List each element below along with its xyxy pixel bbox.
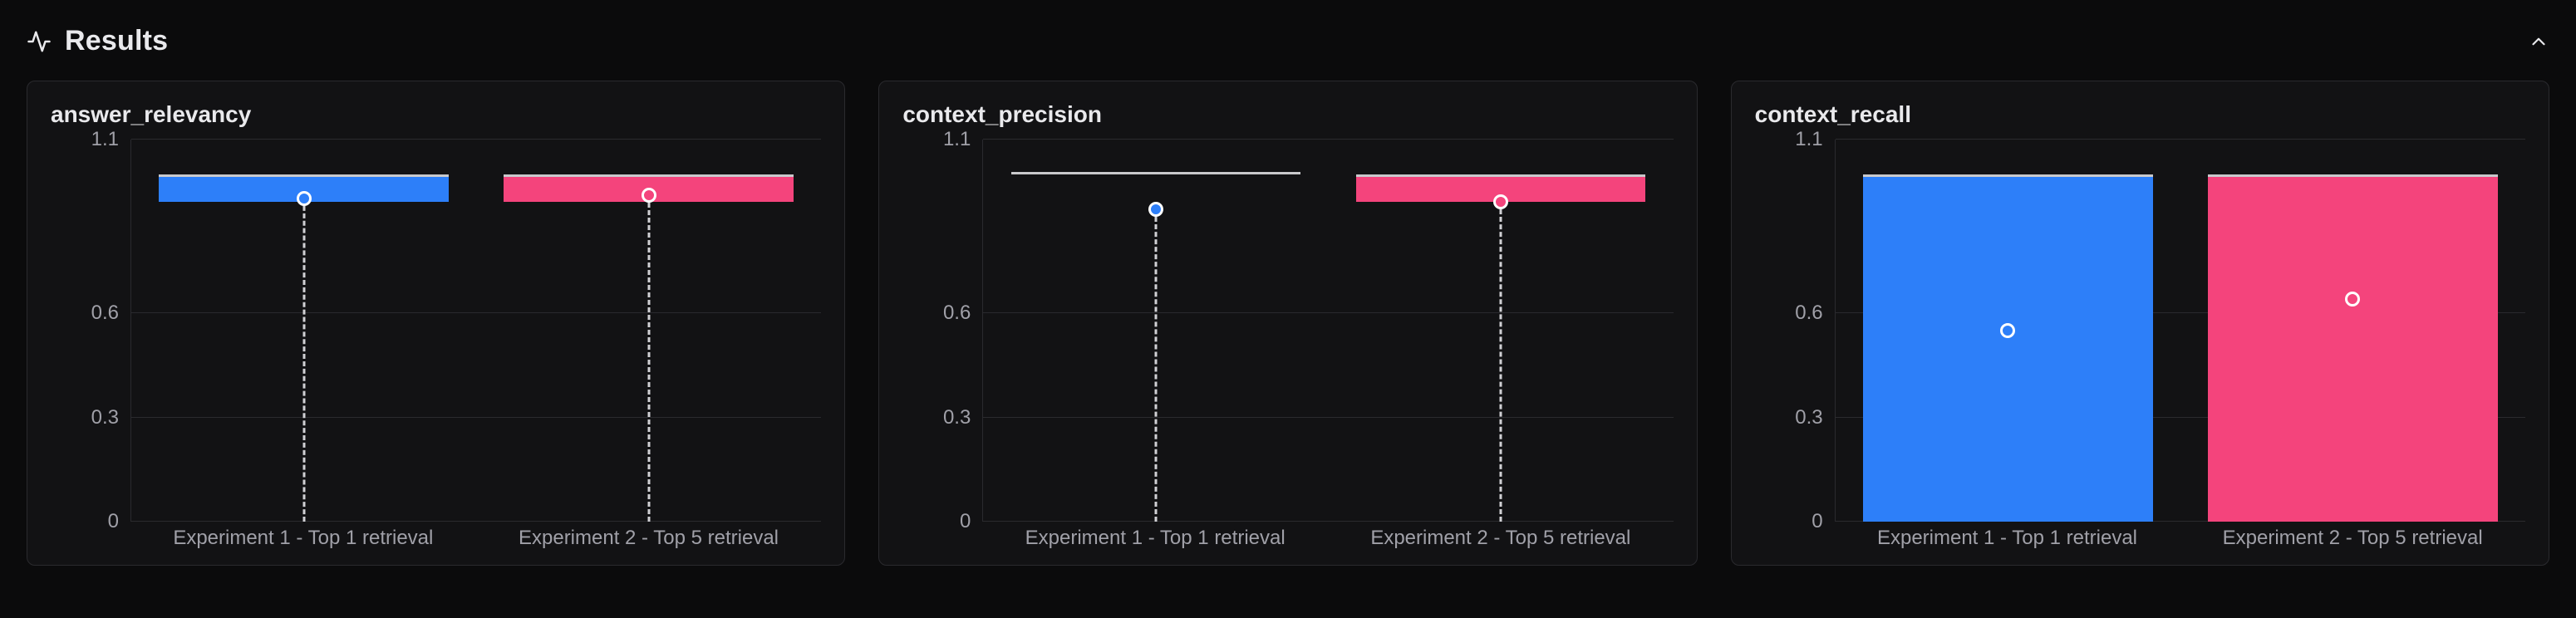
plot-area bbox=[1835, 140, 2525, 522]
bar bbox=[2208, 174, 2498, 522]
bar-slot bbox=[1329, 140, 1674, 522]
x-axis-tick: Experiment 1 - Top 1 retrieval bbox=[130, 527, 476, 550]
marker bbox=[2345, 292, 2360, 307]
x-axis-tick: Experiment 2 - Top 5 retrieval bbox=[476, 527, 822, 550]
y-axis: 00.30.61.1 bbox=[51, 140, 130, 522]
chart-panels: answer_relevancy 0 0.3 0.6 1.1 Experiment 1 -… bbox=[27, 81, 2549, 566]
x-axis: Experiment 1 - Top 1 retrievalExperiment… bbox=[982, 527, 1673, 550]
chart-title: answer_relevancy bbox=[51, 101, 821, 128]
y-axis-tick: 1.1 bbox=[91, 128, 119, 151]
y-axis-tick: 0 bbox=[108, 510, 119, 533]
chart-panel: answer_relevancy 0 0.3 0.6 1.1 Experiment 1 -… bbox=[27, 81, 845, 566]
y-axis-tick: 0 bbox=[960, 510, 971, 533]
plot-area bbox=[130, 140, 821, 522]
y-axis-tick: 0 bbox=[1812, 510, 1822, 533]
marker-stem bbox=[1500, 202, 1502, 522]
x-axis: Experiment 1 - Top 1 retrievalExperiment… bbox=[130, 527, 821, 550]
chart-panel: context_recall 0 0.3 0.6 1.1 Experiment 1 - T… bbox=[1731, 81, 2549, 566]
y-axis-tick: 0.6 bbox=[943, 302, 971, 325]
y-axis-tick: 0.3 bbox=[943, 406, 971, 429]
y-axis: 00.30.61.1 bbox=[902, 140, 982, 522]
y-axis: 00.30.61.1 bbox=[1755, 140, 1835, 522]
y-axis-tick: 1.1 bbox=[943, 128, 971, 151]
marker bbox=[642, 188, 656, 203]
x-axis: Experiment 1 - Top 1 retrievalExperiment… bbox=[1835, 527, 2525, 550]
y-axis-tick: 0.6 bbox=[1795, 302, 1822, 325]
bar bbox=[1011, 172, 1301, 174]
marker bbox=[1148, 202, 1163, 217]
y-axis-tick: 1.1 bbox=[1795, 128, 1822, 151]
x-axis-tick: Experiment 1 - Top 1 retrieval bbox=[1835, 527, 2180, 550]
bar-slot bbox=[476, 140, 821, 522]
bar bbox=[1863, 174, 2153, 522]
chart-panel: context_precision 0 0.3 0.6 1.1 Experiment 1 … bbox=[878, 81, 1697, 566]
plot-area bbox=[982, 140, 1673, 522]
bar-slot bbox=[983, 140, 1328, 522]
bar-slot bbox=[2180, 140, 2525, 522]
collapse-button[interactable] bbox=[2528, 31, 2549, 52]
marker-stem bbox=[1154, 209, 1157, 522]
x-axis-tick: Experiment 2 - Top 5 retrieval bbox=[1328, 527, 1674, 550]
marker bbox=[2000, 323, 2015, 338]
activity-icon bbox=[27, 29, 52, 54]
x-axis-tick: Experiment 2 - Top 5 retrieval bbox=[2180, 527, 2525, 550]
marker-stem bbox=[302, 199, 305, 522]
y-axis-tick: 0.3 bbox=[91, 406, 119, 429]
marker bbox=[1493, 194, 1508, 209]
bar-slot bbox=[1836, 140, 2180, 522]
x-axis-tick: Experiment 1 - Top 1 retrieval bbox=[982, 527, 1328, 550]
marker-stem bbox=[647, 195, 650, 522]
chart-title: context_precision bbox=[902, 101, 1673, 128]
page-title: Results bbox=[65, 25, 168, 57]
chart-title: context_recall bbox=[1755, 101, 2525, 128]
marker bbox=[297, 191, 312, 206]
section-header: Results bbox=[27, 25, 2549, 57]
y-axis-tick: 0.3 bbox=[1795, 406, 1822, 429]
bar-slot bbox=[131, 140, 476, 522]
y-axis-tick: 0.6 bbox=[91, 302, 119, 325]
